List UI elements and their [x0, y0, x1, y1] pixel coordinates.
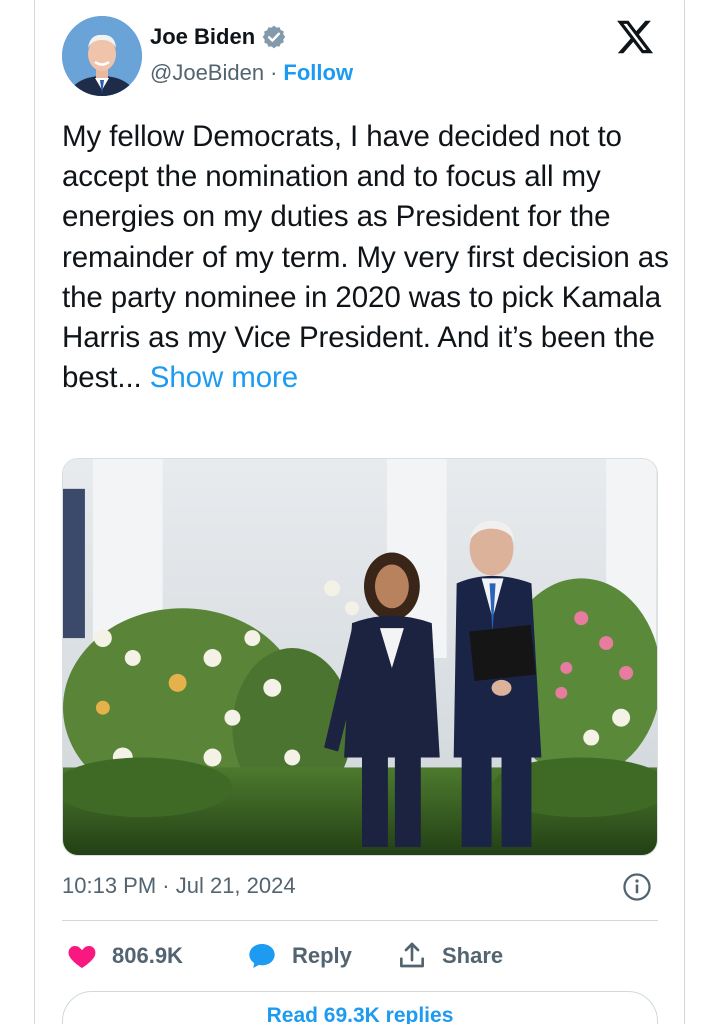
- tweet-text: My fellow Democrats, I have decided not …: [62, 117, 672, 398]
- author-name[interactable]: Joe Biden: [150, 24, 255, 50]
- like-button[interactable]: 806.9K: [66, 940, 183, 972]
- author-handle-row: @JoeBiden · Follow: [150, 60, 353, 86]
- tweet-body: My fellow Democrats, I have decided not …: [62, 120, 669, 395]
- like-count: 806.9K: [112, 943, 183, 968]
- author-handle[interactable]: @JoeBiden: [150, 60, 264, 86]
- tweet-timestamp[interactable]: 10:13 PM · Jul 21, 2024: [62, 873, 296, 899]
- reply-button[interactable]: Reply: [246, 940, 352, 972]
- info-icon[interactable]: [622, 872, 652, 902]
- tweet-photo[interactable]: [62, 458, 658, 856]
- handle-separator: ·: [270, 60, 278, 85]
- follow-button[interactable]: Follow: [283, 60, 353, 86]
- share-button[interactable]: Share: [396, 940, 503, 972]
- read-replies-button[interactable]: Read 69.3K replies: [62, 991, 658, 1024]
- avatar[interactable]: [62, 16, 142, 96]
- author-name-row: Joe Biden: [150, 24, 287, 50]
- x-logo-icon[interactable]: [615, 17, 655, 57]
- reply-bubble-icon: [249, 944, 275, 968]
- share-icon: [400, 942, 424, 968]
- heart-icon: [68, 946, 96, 968]
- divider: [62, 920, 658, 921]
- verified-badge-icon: [262, 25, 286, 49]
- reply-label: Reply: [292, 943, 352, 968]
- show-more-link[interactable]: Show more: [150, 361, 298, 394]
- share-label: Share: [442, 943, 504, 968]
